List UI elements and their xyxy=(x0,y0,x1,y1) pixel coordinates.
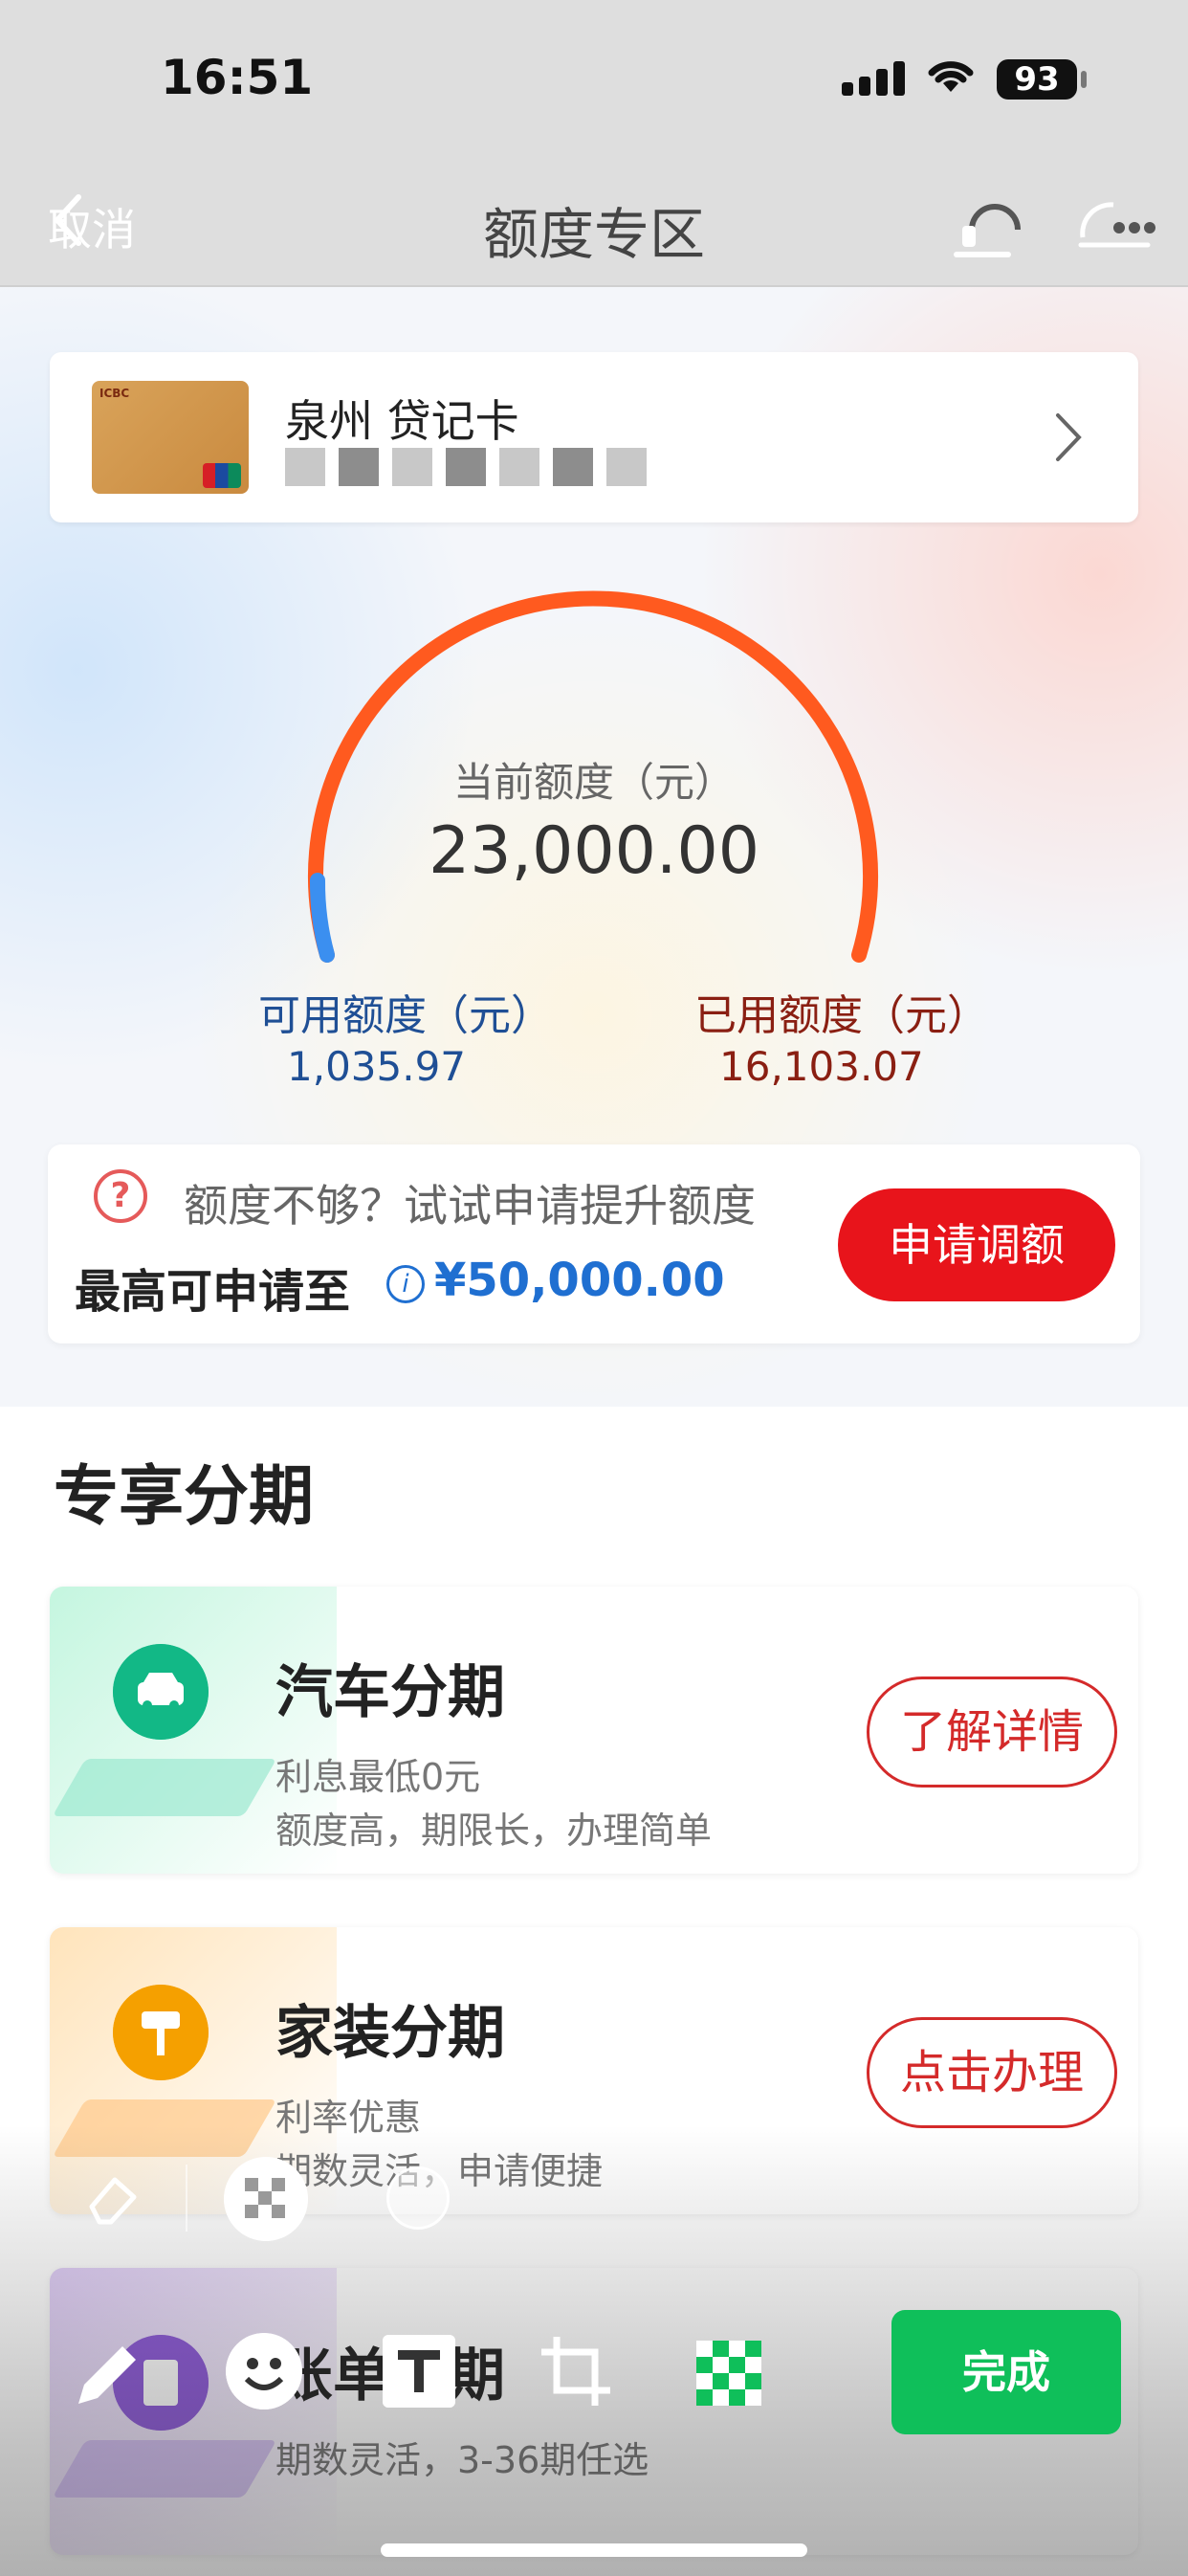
chevron-right-icon xyxy=(1056,413,1082,461)
emoji-icon[interactable] xyxy=(226,2333,302,2409)
card-name: 泉州 贷记卡 xyxy=(285,395,519,447)
blur-icon[interactable] xyxy=(386,2166,450,2230)
eraser-icon[interactable] xyxy=(82,2168,142,2228)
used-limit-label: 已用额度（元） xyxy=(694,991,989,1040)
product-card-home[interactable]: 家装分期 利率优惠 期数灵活，申请便捷 点击办理 xyxy=(50,1927,1138,2214)
max-limit-value: ¥50,000.00 xyxy=(434,1254,725,1307)
customer-service-icon[interactable] xyxy=(951,188,1037,264)
wifi-icon xyxy=(928,61,974,92)
product-title: 汽车分期 xyxy=(275,1659,505,1726)
gauge-available-arc xyxy=(309,873,335,963)
product-card-car[interactable]: 汽车分期 利息最低0元 额度高，期限长，办理简单 了解详情 xyxy=(50,1587,1138,1874)
navigation-bar: 取消 额度专区 xyxy=(0,163,1188,287)
bank-logo: ICBC xyxy=(99,387,130,400)
card-number-masked xyxy=(285,448,658,494)
question-icon: ? xyxy=(94,1169,147,1223)
car-icon xyxy=(113,1644,209,1740)
home-indicator xyxy=(381,2543,807,2557)
status-time: 16:51 xyxy=(161,50,314,105)
mosaic-icon[interactable] xyxy=(224,2157,308,2241)
more-icon[interactable] xyxy=(1075,195,1155,253)
apply-adjust-button[interactable]: 申请调额 xyxy=(838,1188,1115,1301)
credit-card-selector[interactable]: ICBC 泉州 贷记卡 xyxy=(50,352,1138,522)
apply-now-button[interactable]: 点击办理 xyxy=(867,2017,1117,2128)
pen-icon[interactable] xyxy=(71,2335,147,2411)
learn-more-button[interactable]: 了解详情 xyxy=(867,1677,1117,1788)
limit-increase-hint: 额度不够？试试申请提升额度 xyxy=(184,1180,756,1232)
product-desc: 利息最低0元 xyxy=(275,1756,481,1798)
status-bar: 16:51 93 xyxy=(0,0,1188,163)
card-image: ICBC xyxy=(92,381,249,494)
available-limit-value: 1,035.97 xyxy=(287,1043,467,1090)
product-desc: 期数灵活，3-36期任选 xyxy=(275,2439,649,2481)
mosaic-icon[interactable] xyxy=(696,2341,761,2406)
max-limit-label: 最高可申请至 xyxy=(75,1265,351,1319)
product-desc: 利率优惠 xyxy=(275,2097,422,2139)
done-button[interactable]: 完成 xyxy=(891,2310,1121,2434)
section-title: 专享分期 xyxy=(54,1459,315,1535)
available-limit-label: 可用额度（元） xyxy=(258,991,553,1040)
battery-indicator: 93 xyxy=(997,59,1087,100)
cellular-signal-icon xyxy=(842,61,905,96)
current-limit-label: 当前额度（元） xyxy=(452,759,735,806)
text-icon[interactable] xyxy=(383,2335,455,2408)
unionpay-logo xyxy=(203,463,241,488)
product-title: 家装分期 xyxy=(275,2000,505,2067)
crop-icon[interactable] xyxy=(538,2333,614,2409)
product-desc: 额度高，期限长，办理简单 xyxy=(275,1810,713,1852)
toolbar-divider xyxy=(186,2165,187,2232)
current-limit-value: 23,000.00 xyxy=(428,813,760,889)
info-icon[interactable]: i xyxy=(386,1265,425,1303)
paint-roller-icon xyxy=(113,1985,209,2080)
used-limit-value: 16,103.07 xyxy=(719,1043,924,1090)
limit-increase-card: ? 额度不够？试试申请提升额度 最高可申请至 i ¥50,000.00 申请调额 xyxy=(48,1144,1140,1344)
